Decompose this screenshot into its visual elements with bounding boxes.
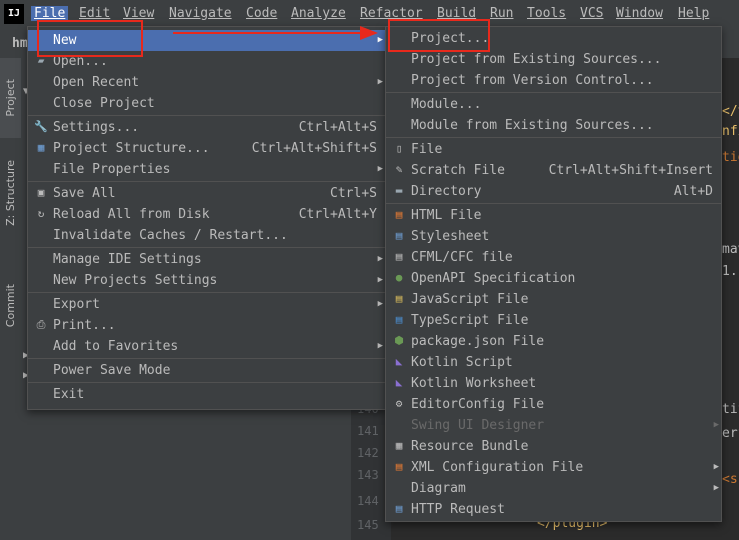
- annotation-arrow-icon: [173, 26, 378, 40]
